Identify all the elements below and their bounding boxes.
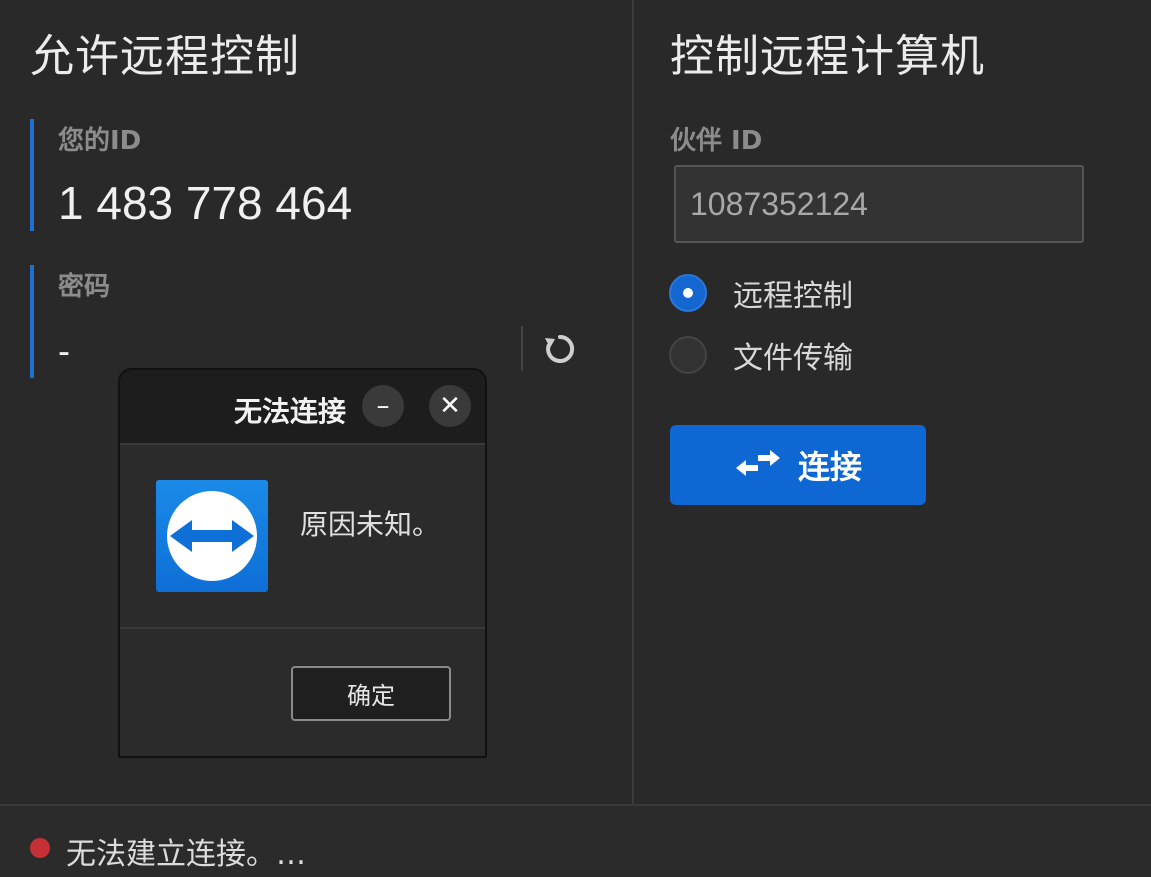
- radio-remote-control[interactable]: 远程控制: [669, 272, 853, 314]
- password-accent-bar: [30, 265, 34, 378]
- status-indicator-icon: [30, 838, 50, 858]
- partner-id-label: 伙伴 ID: [670, 126, 763, 156]
- cannot-connect-dialog: 无法连接 – ✕ 原因未知。 确定: [118, 368, 487, 758]
- refresh-icon[interactable]: [540, 329, 580, 369]
- app-window: 允许远程控制 您的ID 1 483 778 464 密码 - 控制远程计算机 伙…: [0, 0, 1151, 877]
- password-label: 密码: [58, 272, 111, 302]
- dialog-message: 原因未知。: [300, 508, 441, 541]
- control-remote-computer-panel: 控制远程计算机 伙伴 ID 1087352124 远程控制 文件传输 连接: [634, 0, 1151, 804]
- close-icon: ✕: [439, 391, 461, 421]
- radio-remote-control-label: 远程控制: [733, 279, 853, 314]
- control-remote-title: 控制远程计算机: [670, 31, 985, 82]
- status-text: 无法建立连接。…: [66, 837, 306, 872]
- radio-remote-control-button[interactable]: [669, 274, 707, 312]
- radio-file-transfer[interactable]: 文件传输: [669, 334, 853, 376]
- dialog-titlebar: 无法连接 – ✕: [120, 370, 485, 445]
- your-id-value[interactable]: 1 483 778 464: [58, 176, 352, 230]
- minimize-icon: –: [376, 391, 390, 421]
- password-separator: [521, 326, 523, 371]
- status-bar: 无法建立连接。…: [0, 804, 1151, 877]
- password-value[interactable]: -: [58, 330, 70, 372]
- swap-arrows-icon: [734, 448, 782, 482]
- allow-remote-control-title: 允许远程控制: [30, 31, 300, 82]
- radio-file-transfer-label: 文件传输: [733, 341, 853, 376]
- dialog-body: 原因未知。: [120, 445, 485, 629]
- id-accent-bar: [30, 119, 34, 231]
- partner-id-input[interactable]: 1087352124: [674, 165, 1084, 243]
- close-button[interactable]: ✕: [429, 385, 471, 427]
- dialog-footer: 确定: [120, 629, 485, 756]
- dialog-title: 无法连接: [234, 395, 347, 428]
- connect-button-label: 连接: [797, 448, 862, 486]
- minimize-button[interactable]: –: [362, 385, 404, 427]
- radio-file-transfer-button[interactable]: [669, 336, 707, 374]
- your-id-label: 您的ID: [58, 126, 142, 156]
- connect-button[interactable]: 连接: [670, 425, 926, 505]
- ok-button[interactable]: 确定: [291, 666, 451, 721]
- teamviewer-logo-icon: [156, 480, 268, 592]
